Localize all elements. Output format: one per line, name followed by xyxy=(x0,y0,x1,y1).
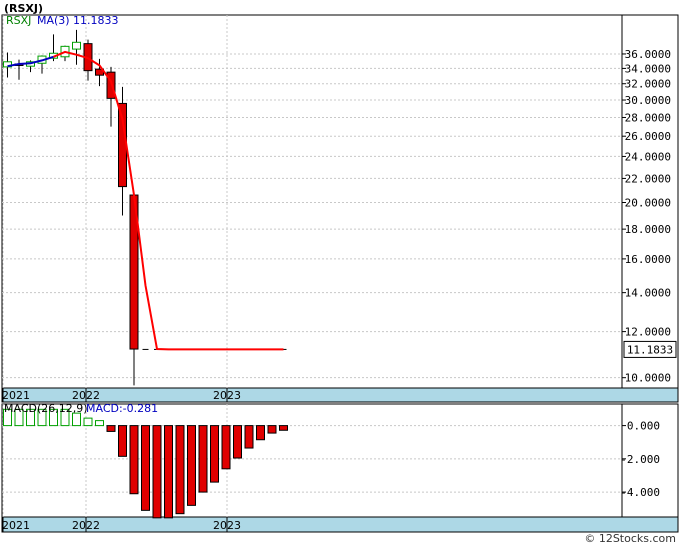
price-tick-label: 26.0000 xyxy=(625,130,671,143)
macd-legend-params: MACD(26,12,9) xyxy=(4,402,88,415)
macd-legend-value: MACD:-0.281 xyxy=(86,402,158,415)
macd-bar xyxy=(210,425,219,483)
watermark: © 12Stocks.com xyxy=(584,532,676,545)
legend-ticker: RSXJ xyxy=(6,14,31,27)
candle-body xyxy=(72,41,81,50)
macd-bar xyxy=(72,412,81,427)
legend-ma-value: 11.1833 xyxy=(73,14,119,27)
macd-bar xyxy=(198,425,208,493)
macd-bar xyxy=(233,425,242,459)
price-year-label: 2022 xyxy=(72,389,100,402)
macd-bar xyxy=(256,425,265,441)
last-price-label: 11.1833 xyxy=(627,343,673,356)
macd-bar xyxy=(141,425,150,511)
stock-chart: 10.0000 12.0000 14.0000 16.0000 18.0000 20.00… xyxy=(1,2,679,545)
macd-bar xyxy=(83,417,93,427)
macd-year-label: 2023 xyxy=(213,519,241,532)
price-tick-label: 10.0000 xyxy=(625,372,671,385)
macd-bar xyxy=(187,425,196,506)
macd-bar xyxy=(279,425,288,431)
macd-bar xyxy=(95,420,104,427)
price-tick-label: 34.0000 xyxy=(625,62,671,75)
price-tick-label: 14.0000 xyxy=(625,287,671,300)
macd-bar xyxy=(164,425,173,519)
macd-bar xyxy=(152,425,162,519)
macd-bar xyxy=(118,425,127,457)
price-tick-label: 30.0000 xyxy=(625,94,671,107)
price-tick-label: 18.0000 xyxy=(625,223,671,236)
price-tick-label: 20.0000 xyxy=(625,197,671,210)
price-year-label: 2023 xyxy=(213,389,241,402)
macd-tick-label: -4.000 xyxy=(620,486,660,499)
macd-bar xyxy=(106,425,116,432)
macd-tick-label: -2.000 xyxy=(620,453,660,466)
macd-bar xyxy=(244,425,254,449)
price-tick-label: 36.0000 xyxy=(625,48,671,61)
price-date-band xyxy=(1,387,679,403)
price-tick-label: 16.0000 xyxy=(625,253,671,266)
price-year-label: 2021 xyxy=(2,389,30,402)
price-tick-label: 28.0000 xyxy=(625,111,671,124)
price-tick-label: 32.0000 xyxy=(625,78,671,91)
macd-date-band xyxy=(1,516,679,533)
price-tick-label: 12.0000 xyxy=(625,326,671,339)
macd-bar xyxy=(175,425,185,515)
price-tick-label: 22.0000 xyxy=(625,172,671,185)
macd-year-label: 2022 xyxy=(72,519,100,532)
macd-bar xyxy=(129,425,139,495)
macd-bar xyxy=(267,425,277,434)
legend-ma-label: MA(3) xyxy=(37,14,70,27)
price-tick-label: 24.0000 xyxy=(625,150,671,163)
macd-year-label: 2021 xyxy=(2,519,30,532)
macd-bar xyxy=(221,425,231,470)
macd-tick-label: 0.000 xyxy=(627,420,660,433)
chart-frame xyxy=(1,14,679,533)
